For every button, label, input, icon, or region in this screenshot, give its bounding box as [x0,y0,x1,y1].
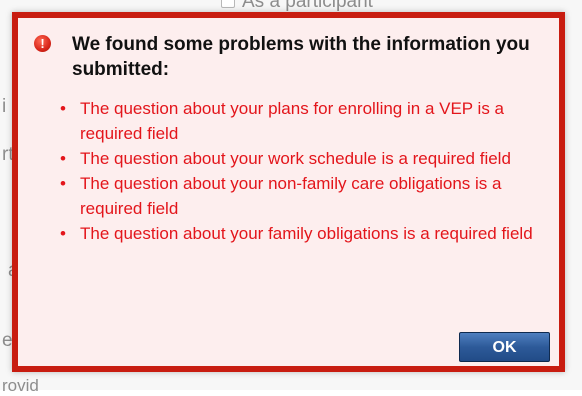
ok-button[interactable]: OK [459,332,550,362]
dialog-title: We found some problems with the informat… [72,34,530,80]
error-warning-icon: ! [34,35,51,52]
background-text-fragment: e [2,330,13,351]
error-dialog: ! We found some problems with the inform… [12,12,565,372]
participant-checkbox[interactable] [221,0,235,8]
background-text-fragment: i [2,96,7,117]
error-item: The question about your family obligatio… [56,221,536,246]
error-item: The question about your non-family care … [56,171,536,221]
background-text-fragment: rovid [2,376,39,395]
error-item: The question about your work schedule is… [56,146,536,171]
error-item: The question about your plans for enroll… [56,96,536,146]
error-list: The question about your plans for enroll… [56,96,536,246]
